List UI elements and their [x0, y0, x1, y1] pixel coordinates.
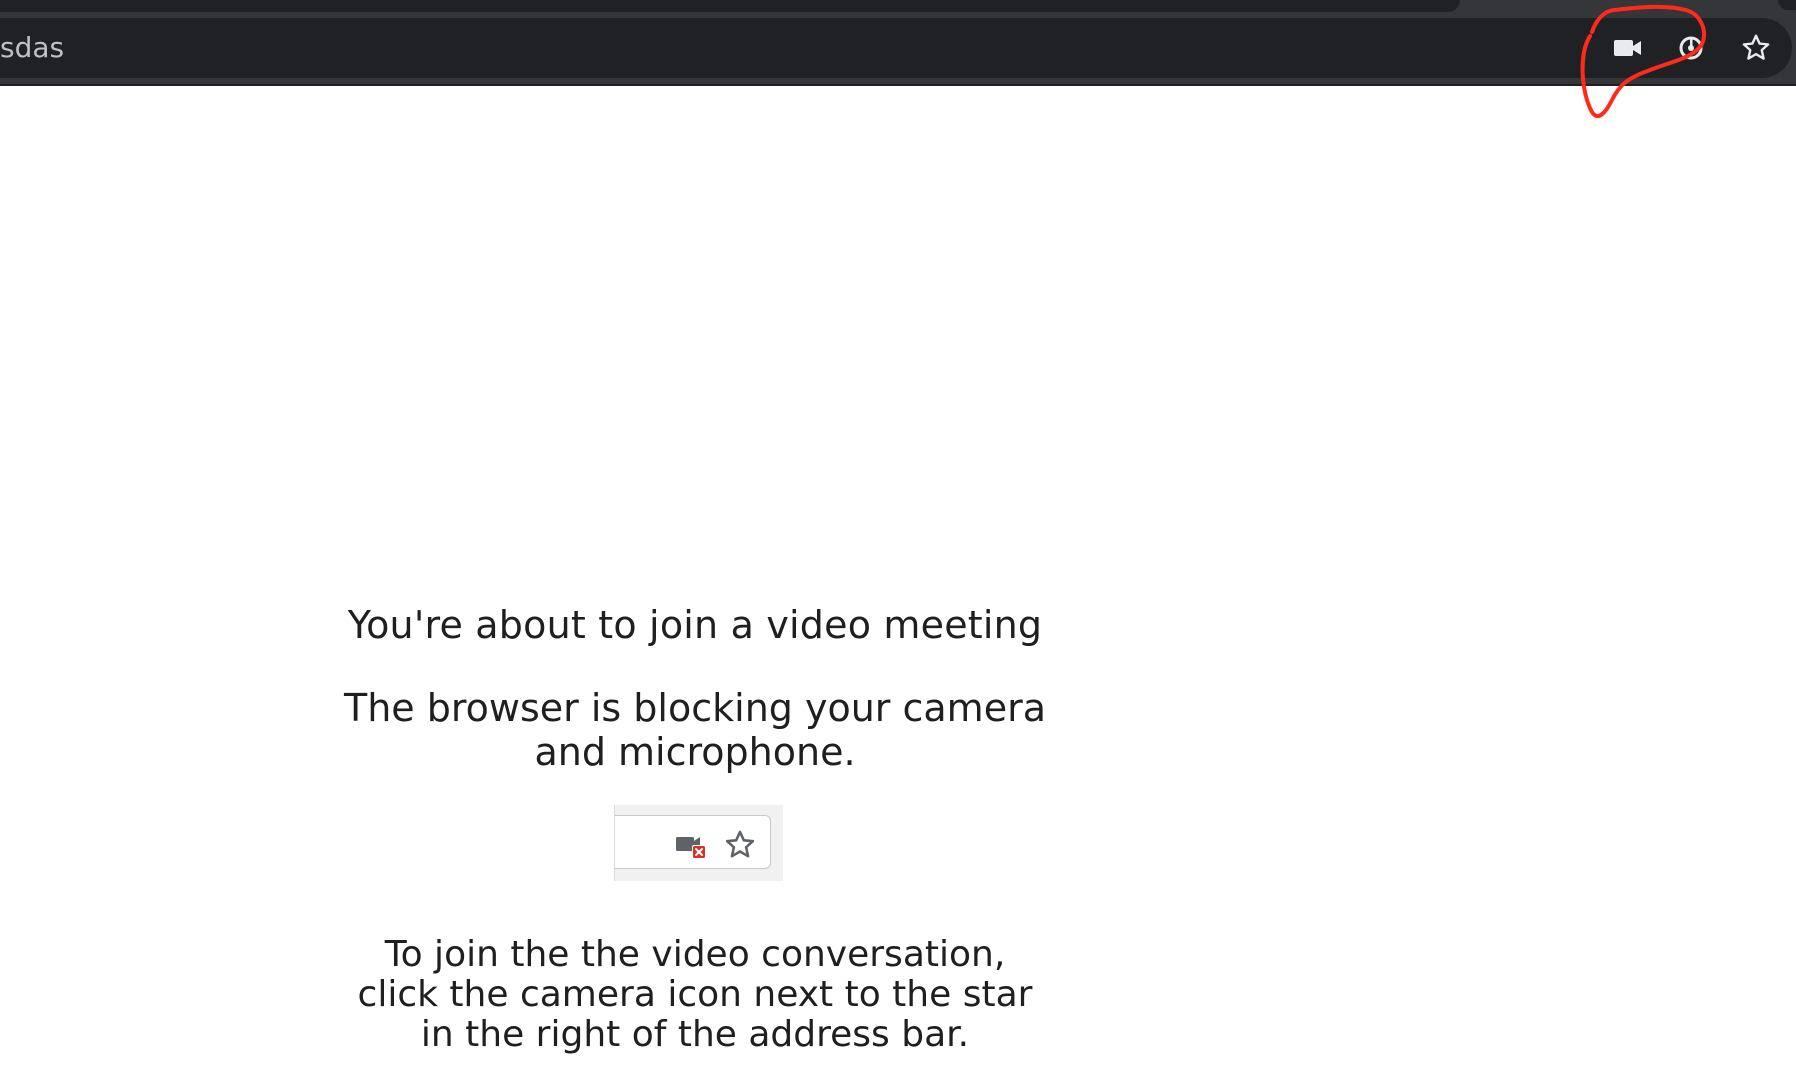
- browser-toolbar: sdas: [0, 0, 1796, 86]
- star-icon[interactable]: [1736, 28, 1776, 68]
- address-bar[interactable]: [0, 18, 1792, 78]
- illustration-omnibox: [615, 815, 771, 869]
- tab-strip: [0, 0, 1460, 12]
- instructions-text: To join the the video conversation, clic…: [357, 934, 1033, 1055]
- camera-icon[interactable]: [1608, 28, 1648, 68]
- page-title: You're about to join a video meeting: [347, 603, 1043, 647]
- address-bar-illustration: [614, 805, 783, 881]
- tab-strip-edge: [1778, 0, 1796, 10]
- blocked-message: The browser is blocking your camera and …: [344, 686, 1046, 774]
- address-bar-text[interactable]: sdas: [0, 33, 64, 63]
- lens-icon[interactable]: [1671, 28, 1711, 68]
- toolbar-divider: [0, 84, 1796, 86]
- illustration-star-icon: [725, 830, 755, 858]
- camera-blocked-icon: [676, 837, 706, 859]
